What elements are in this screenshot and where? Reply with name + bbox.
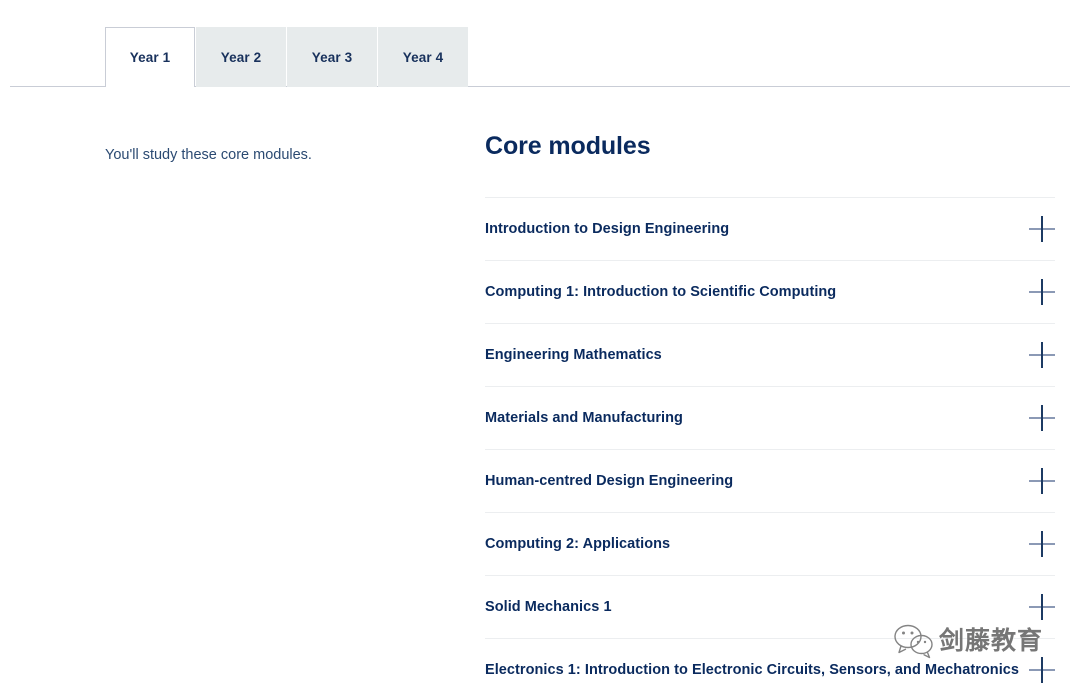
- tab-label: Year 3: [312, 50, 352, 65]
- plus-icon[interactable]: [1029, 657, 1055, 683]
- module-accordion-item: Materials and Manufacturing: [485, 387, 1055, 450]
- module-title: Introduction to Design Engineering: [485, 220, 729, 239]
- module-accordion-header[interactable]: Computing 2: Applications: [485, 513, 1055, 575]
- module-accordion-header[interactable]: Materials and Manufacturing: [485, 387, 1055, 449]
- module-accordion-item: Computing 2: Applications: [485, 513, 1055, 576]
- course-modules-page: Year 1 Year 2 Year 3 Year 4 You'll study th…: [0, 0, 1080, 691]
- tab-year-2[interactable]: Year 2: [196, 27, 286, 87]
- module-accordion-item: Human-centred Design Engineering: [485, 450, 1055, 513]
- module-title: Computing 2: Applications: [485, 535, 670, 554]
- tab-year-1[interactable]: Year 1: [105, 27, 195, 87]
- year-tablist: Year 1 Year 2 Year 3 Year 4: [105, 27, 468, 87]
- module-title: Electronics 1: Introduction to Electroni…: [485, 661, 1019, 680]
- plus-icon[interactable]: [1029, 216, 1055, 242]
- tab-label: Year 4: [403, 50, 443, 65]
- module-accordion-item: Introduction to Design Engineering: [485, 198, 1055, 261]
- tab-year-4[interactable]: Year 4: [378, 27, 468, 87]
- plus-icon[interactable]: [1029, 342, 1055, 368]
- module-title: Computing 1: Introduction to Scientific …: [485, 283, 836, 302]
- module-title: Engineering Mathematics: [485, 346, 662, 365]
- module-title: Solid Mechanics 1: [485, 598, 612, 617]
- module-accordion-item: Computing 1: Introduction to Scientific …: [485, 261, 1055, 324]
- tab-year-3[interactable]: Year 3: [287, 27, 377, 87]
- module-accordion-item: Electronics 1: Introduction to Electroni…: [485, 639, 1055, 691]
- module-title: Human-centred Design Engineering: [485, 472, 733, 491]
- plus-icon[interactable]: [1029, 594, 1055, 620]
- module-accordion-header[interactable]: Solid Mechanics 1: [485, 576, 1055, 638]
- module-accordion-item: Engineering Mathematics: [485, 324, 1055, 387]
- plus-icon[interactable]: [1029, 531, 1055, 557]
- plus-icon[interactable]: [1029, 279, 1055, 305]
- year-tabs-region: Year 1 Year 2 Year 3 Year 4: [0, 0, 1080, 88]
- module-accordion-header[interactable]: Electronics 1: Introduction to Electroni…: [485, 639, 1055, 691]
- tab-label: Year 1: [130, 50, 170, 65]
- module-accordion-header[interactable]: Computing 1: Introduction to Scientific …: [485, 261, 1055, 323]
- page-title: Core modules: [485, 132, 1055, 161]
- modules-accordion: Introduction to Design Engineering Comput…: [485, 197, 1055, 691]
- tab-panel-year-1: You'll study these core modules. Core mo…: [0, 88, 1080, 691]
- intro-column: You'll study these core modules.: [105, 145, 435, 166]
- module-accordion-header[interactable]: Human-centred Design Engineering: [485, 450, 1055, 512]
- module-accordion-item: Solid Mechanics 1: [485, 576, 1055, 639]
- module-title: Materials and Manufacturing: [485, 409, 683, 428]
- plus-icon[interactable]: [1029, 468, 1055, 494]
- plus-icon[interactable]: [1029, 405, 1055, 431]
- module-accordion-header[interactable]: Introduction to Design Engineering: [485, 198, 1055, 260]
- modules-column: Core modules Introduction to Design Engi…: [485, 132, 1055, 691]
- tab-label: Year 2: [221, 50, 261, 65]
- module-accordion-header[interactable]: Engineering Mathematics: [485, 324, 1055, 386]
- intro-text: You'll study these core modules.: [105, 145, 435, 166]
